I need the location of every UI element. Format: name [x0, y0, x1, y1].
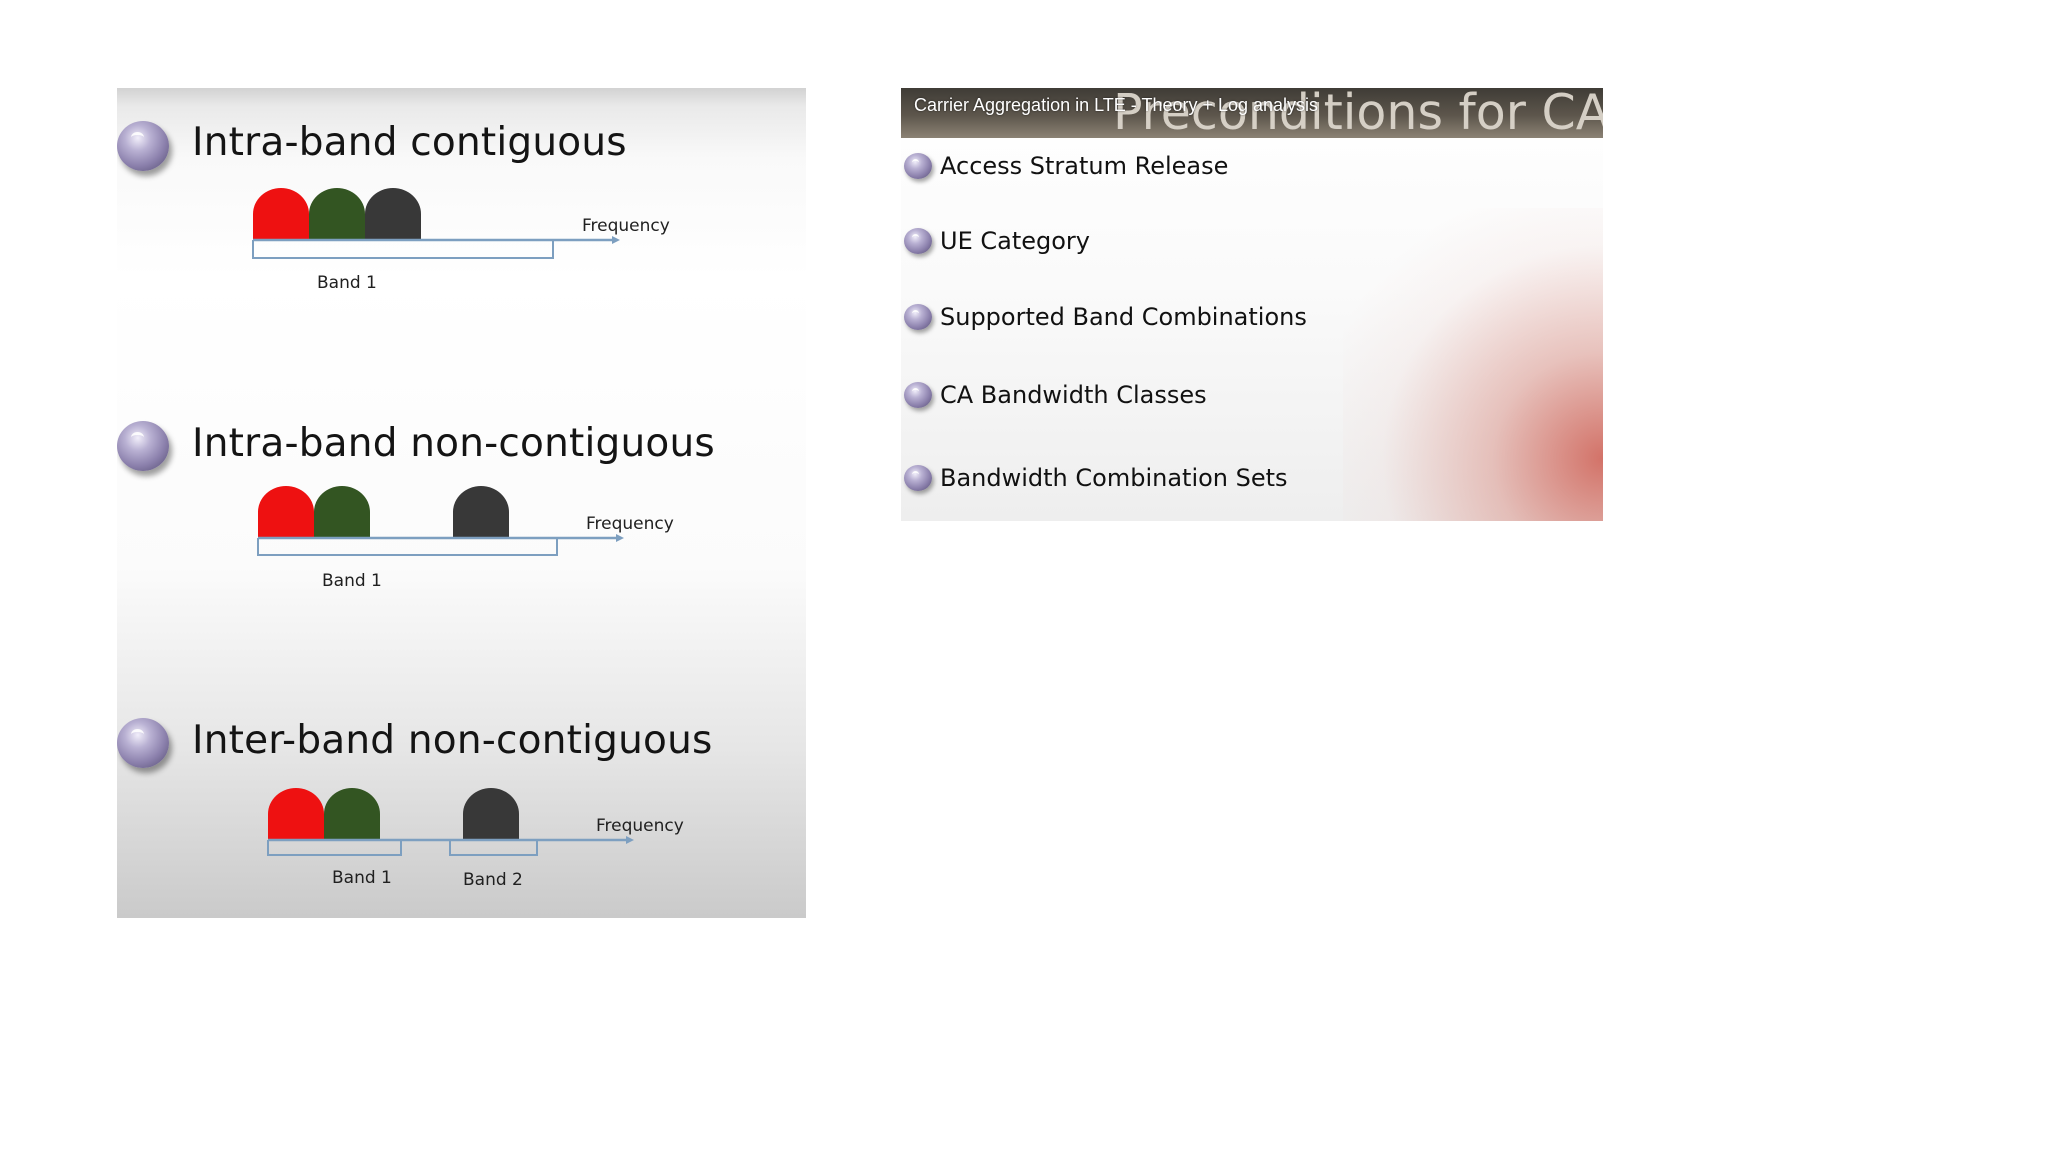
list-item: Bandwidth Combination Sets	[904, 461, 1288, 495]
carrier-dark	[453, 486, 509, 538]
section-title-inter-band-non-contiguous: Inter-band non-contiguous	[192, 718, 713, 763]
band-1-label: Band 1	[332, 868, 392, 888]
list-item-label: Access Stratum Release	[940, 152, 1229, 180]
bullet-icon	[904, 153, 932, 179]
carrier-green	[324, 788, 380, 840]
band-2-bracket	[449, 840, 538, 856]
carrier-red	[268, 788, 324, 840]
screenshot-canvas: Intra-band contiguous Frequency Band 1 I…	[0, 0, 2048, 1152]
carrier-green	[309, 188, 365, 240]
section-title-intra-band-contiguous: Intra-band contiguous	[192, 120, 627, 165]
list-item-label: Bandwidth Combination Sets	[940, 464, 1288, 492]
list-item-label: CA Bandwidth Classes	[940, 381, 1207, 409]
band-1-bracket	[257, 538, 558, 556]
section-title-intra-band-non-contiguous: Intra-band non-contiguous	[192, 421, 715, 466]
bullet-icon	[904, 228, 932, 254]
video-title-bar: Preconditions for CA Carrier Aggregation…	[901, 88, 1603, 138]
bullet-icon	[904, 382, 932, 408]
band-1-label: Band 1	[322, 571, 382, 591]
bullet-icon	[117, 421, 169, 471]
carrier-green	[314, 486, 370, 538]
intra-band-contiguous-diagram: Frequency Band 1	[252, 188, 670, 293]
inter-band-non-contiguous-diagram: Frequency Band 1 Band 2	[267, 788, 684, 890]
decorative-accent	[1343, 208, 1603, 521]
frequency-axis-arrow	[626, 836, 634, 844]
bullet-icon	[904, 465, 932, 491]
list-item-label: UE Category	[940, 227, 1090, 255]
list-item: UE Category	[904, 224, 1090, 258]
frequency-label: Frequency	[596, 816, 684, 836]
frequency-label: Frequency	[586, 514, 674, 534]
carrier-red	[253, 188, 309, 240]
bullet-icon	[117, 121, 169, 171]
carrier-dark	[365, 188, 421, 240]
frequency-label: Frequency	[582, 216, 670, 236]
band-1-bracket	[252, 240, 554, 259]
intra-band-non-contiguous-diagram: Frequency Band 1	[257, 486, 674, 591]
frequency-axis-arrow	[612, 236, 620, 244]
list-item: Supported Band Combinations	[904, 300, 1307, 334]
list-item: Access Stratum Release	[904, 149, 1228, 183]
band-1-label: Band 1	[317, 273, 377, 293]
carrier-aggregation-types-slide: Intra-band contiguous Frequency Band 1 I…	[117, 88, 806, 918]
preconditions-slide: Preconditions for CA Carrier Aggregation…	[901, 88, 1603, 521]
band-1-bracket	[267, 840, 402, 856]
video-title[interactable]: Carrier Aggregation in LTE - Theory + Lo…	[914, 95, 1318, 116]
list-item-label: Supported Band Combinations	[940, 303, 1307, 331]
frequency-axis-arrow	[616, 534, 624, 542]
list-item: CA Bandwidth Classes	[904, 378, 1207, 412]
bullet-icon	[904, 304, 932, 330]
carrier-dark	[463, 788, 519, 840]
bullet-icon	[117, 718, 169, 768]
band-2-label: Band 2	[463, 870, 523, 890]
carrier-red	[258, 486, 314, 538]
